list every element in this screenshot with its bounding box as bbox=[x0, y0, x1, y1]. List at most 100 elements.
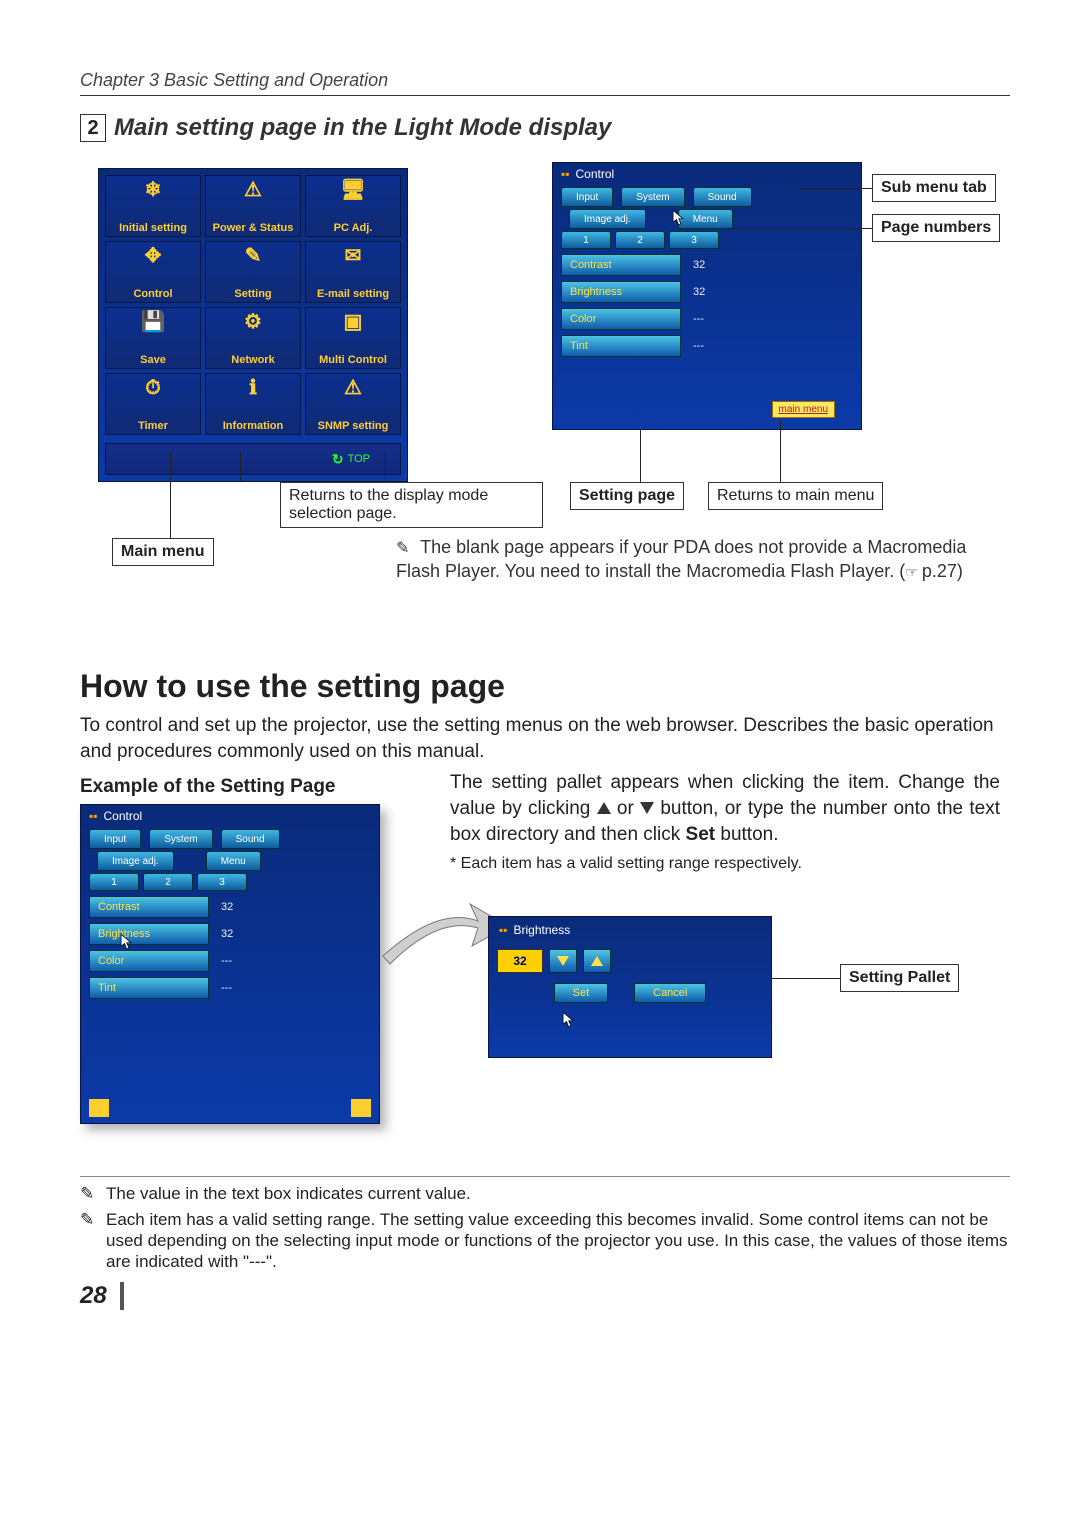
section-number-box: 2 bbox=[80, 114, 106, 142]
triangle-up-icon bbox=[591, 956, 603, 966]
connector-line bbox=[640, 430, 641, 482]
control-window-example: ▪▪Control Input System Sound Image adj. … bbox=[80, 804, 380, 1124]
tab-sound[interactable]: Sound bbox=[693, 187, 752, 207]
connector-line bbox=[772, 978, 840, 979]
tab-image-adj[interactable]: Image adj. bbox=[97, 851, 174, 871]
tab-sound[interactable]: Sound bbox=[221, 829, 280, 849]
menu-save[interactable]: 💾Save bbox=[105, 307, 201, 369]
mini-icon-right[interactable] bbox=[351, 1099, 371, 1117]
connector-line bbox=[730, 228, 872, 229]
menu-multi-control[interactable]: ▣Multi Control bbox=[305, 307, 401, 369]
control-window: ▪▪Control Input System Sound Image adj. … bbox=[552, 162, 862, 430]
annot-pda-note: The blank page appears if your PDA does … bbox=[396, 536, 996, 583]
divider bbox=[80, 1176, 1010, 1177]
tab-system[interactable]: System bbox=[621, 187, 684, 207]
monitor-icon: 🖥 bbox=[340, 180, 365, 200]
page-2[interactable]: 2 bbox=[143, 873, 193, 891]
increment-button[interactable] bbox=[583, 949, 611, 973]
info-icon: ℹ bbox=[249, 378, 257, 398]
control-title: ▪▪Control bbox=[553, 163, 861, 185]
section2-para: To control and set up the projector, use… bbox=[80, 713, 1010, 764]
tab-input[interactable]: Input bbox=[561, 187, 613, 207]
annot-submenu-tab: Sub menu tab bbox=[872, 174, 996, 202]
setting-range-footnote: * Each item has a valid setting range re… bbox=[450, 853, 1000, 875]
cursor-icon bbox=[671, 209, 685, 227]
menu-control[interactable]: ✥Control bbox=[105, 241, 201, 303]
page-1[interactable]: 1 bbox=[561, 231, 611, 249]
clock-icon: ⏱ bbox=[145, 378, 161, 398]
menu-power-status[interactable]: ⚠Power & Status bbox=[205, 175, 301, 237]
connector-line bbox=[780, 420, 781, 482]
section2-title: How to use the setting page bbox=[80, 668, 1010, 705]
set-button[interactable]: Set bbox=[554, 983, 609, 1003]
connector-line bbox=[240, 452, 241, 482]
figure-setting-page: Example of the Setting Page ▪▪Control In… bbox=[80, 776, 1010, 1176]
connector-line bbox=[800, 188, 872, 189]
page-tabs: 1 2 3 bbox=[553, 229, 861, 251]
menu-email[interactable]: ✉E-mail setting bbox=[305, 241, 401, 303]
page-2[interactable]: 2 bbox=[615, 231, 665, 249]
row-contrast[interactable]: Contrast32 bbox=[561, 253, 853, 277]
decrement-button[interactable] bbox=[549, 949, 577, 973]
page-number: 28 bbox=[80, 1282, 124, 1310]
move-icon: ✥ bbox=[145, 246, 162, 266]
save-icon: 💾 bbox=[141, 312, 166, 332]
page-3[interactable]: 3 bbox=[669, 231, 719, 249]
menu-timer[interactable]: ⏱Timer bbox=[105, 373, 201, 435]
section-title: Main setting page in the Light Mode disp… bbox=[114, 114, 611, 142]
setting-pallet: ▪▪ Brightness 32 Set Cancel bbox=[488, 916, 772, 1058]
annot-setting-page: Setting page bbox=[570, 482, 684, 510]
annot-page-numbers: Page numbers bbox=[872, 214, 1000, 242]
row-color[interactable]: Color--- bbox=[561, 307, 853, 331]
connector-line bbox=[385, 452, 386, 482]
tab-system[interactable]: System bbox=[149, 829, 212, 849]
menu-initial-setting[interactable]: ❄Initial setting bbox=[105, 175, 201, 237]
title-dot-icon: ▪▪ bbox=[89, 809, 98, 823]
row-contrast[interactable]: Contrast32 bbox=[89, 895, 371, 919]
top-link-label: TOP bbox=[348, 453, 370, 465]
title-dot-icon: ▪▪ bbox=[499, 923, 508, 937]
triangle-up-icon bbox=[597, 802, 611, 814]
cursor-icon bbox=[119, 933, 133, 951]
top-link-row[interactable]: ↻ TOP bbox=[105, 443, 401, 475]
triangle-down-icon bbox=[640, 802, 654, 814]
row-brightness[interactable]: Brightness32 bbox=[89, 922, 371, 946]
menu-snmp[interactable]: ⚠SNMP setting bbox=[305, 373, 401, 435]
menu-pc-adj[interactable]: 🖥PC Adj. bbox=[305, 175, 401, 237]
cursor-icon bbox=[561, 1011, 575, 1029]
pallet-title-text: Brightness bbox=[514, 923, 571, 937]
pencil-icon: ✎ bbox=[80, 1183, 98, 1204]
snowflake-icon: ❄ bbox=[145, 180, 162, 200]
mail-icon: ✉ bbox=[345, 246, 362, 266]
annot-setting-pallet: Setting Pallet bbox=[840, 964, 959, 992]
page-1[interactable]: 1 bbox=[89, 873, 139, 891]
tab-input[interactable]: Input bbox=[89, 829, 141, 849]
gear-icon: ⚙ bbox=[244, 312, 262, 332]
page-3[interactable]: 3 bbox=[197, 873, 247, 891]
annot-main-menu: Main menu bbox=[112, 538, 214, 566]
row-brightness[interactable]: Brightness32 bbox=[561, 280, 853, 304]
cancel-button[interactable]: Cancel bbox=[634, 983, 706, 1003]
pencil-icon: ✎ bbox=[245, 246, 262, 266]
title-dot-icon: ▪▪ bbox=[561, 167, 570, 181]
menu-network[interactable]: ⚙Network bbox=[205, 307, 301, 369]
setting-pallet-desc: The setting pallet appears when clicking… bbox=[450, 770, 1000, 875]
annot-returns-main: Returns to main menu bbox=[708, 482, 883, 510]
mainmenu-button[interactable]: main menu bbox=[772, 401, 835, 418]
row-tint[interactable]: Tint--- bbox=[561, 334, 853, 358]
annot-returns-top: Returns to the display mode selection pa… bbox=[280, 482, 543, 528]
footnotes: ✎The value in the text box indicates cur… bbox=[80, 1183, 1010, 1272]
mini-icon-left[interactable] bbox=[89, 1099, 109, 1117]
row-color[interactable]: Color--- bbox=[89, 949, 371, 973]
grid-icon: ▣ bbox=[344, 312, 363, 332]
tab-menu[interactable]: Menu bbox=[678, 209, 733, 229]
menu-setting[interactable]: ✎Setting bbox=[205, 241, 301, 303]
tab-image-adj[interactable]: Image adj. bbox=[569, 209, 646, 229]
menu-information[interactable]: ℹInformation bbox=[205, 373, 301, 435]
row-tint[interactable]: Tint--- bbox=[89, 976, 371, 1000]
pallet-value-input[interactable]: 32 bbox=[497, 949, 543, 973]
chapter-header: Chapter 3 Basic Setting and Operation bbox=[80, 70, 1010, 96]
control-title: ▪▪Control bbox=[81, 805, 379, 827]
tab-menu[interactable]: Menu bbox=[206, 851, 261, 871]
connector-line bbox=[170, 452, 171, 538]
